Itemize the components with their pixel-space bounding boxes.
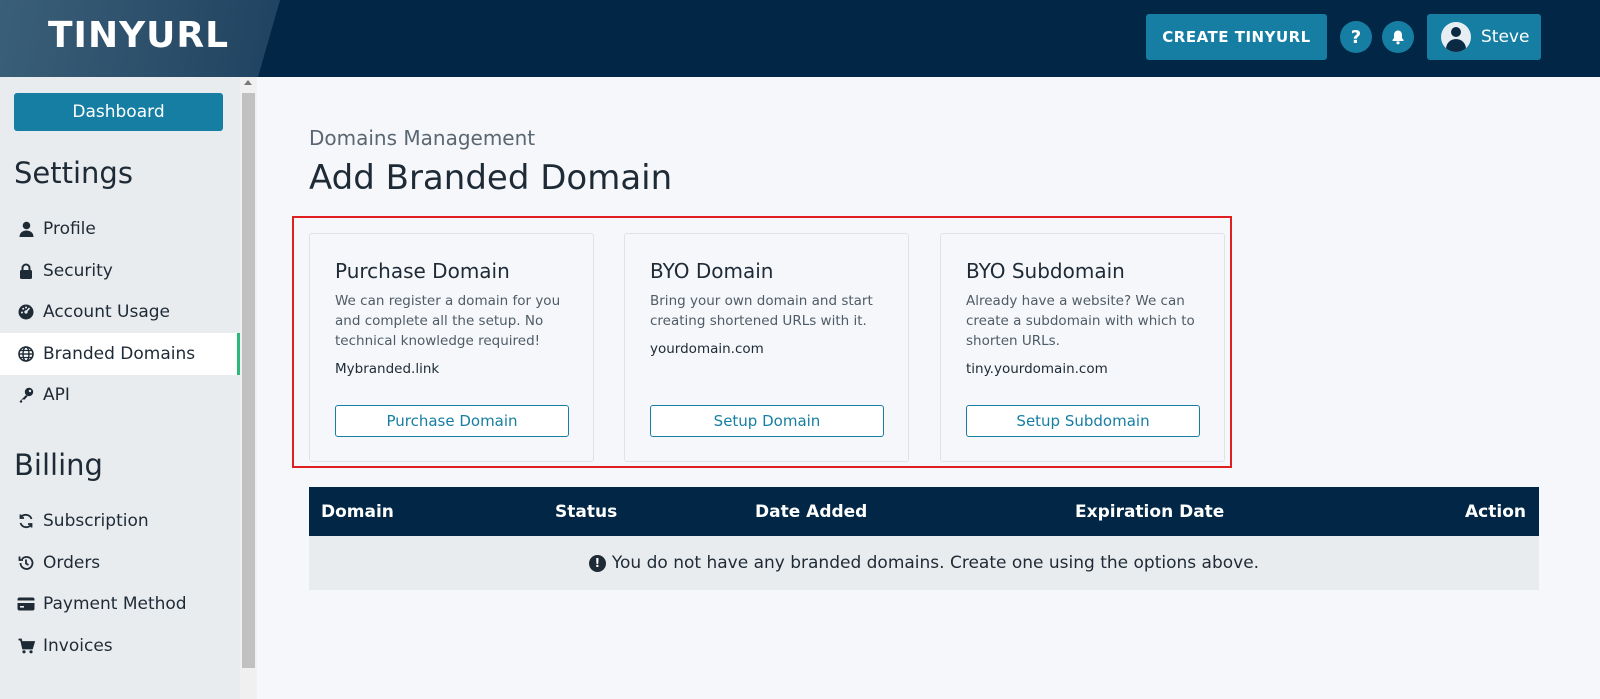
domains-table-header: Domain Status Date Added Expiration Date… bbox=[309, 487, 1539, 536]
scroll-up-arrow-icon[interactable] bbox=[244, 80, 252, 85]
table-empty-row: ! You do not have any branded domains. C… bbox=[309, 536, 1539, 590]
sidebar-item-orders[interactable]: Orders bbox=[0, 542, 240, 584]
sidebar-item-label: Subscription bbox=[43, 511, 149, 531]
notifications-button[interactable] bbox=[1382, 21, 1414, 53]
gauge-icon bbox=[17, 303, 35, 321]
globe-icon bbox=[17, 345, 35, 363]
breadcrumb: Domains Management bbox=[309, 126, 536, 150]
card-title: BYO Subdomain bbox=[966, 259, 1125, 283]
sidebar-item-label: Account Usage bbox=[43, 302, 171, 322]
tinyurl-logo[interactable]: TINYURL bbox=[48, 14, 229, 58]
card-example: Mybranded.link bbox=[335, 361, 440, 377]
dashboard-button[interactable]: Dashboard bbox=[14, 93, 223, 131]
byo-domain-card: BYO Domain Bring your own domain and sta… bbox=[624, 233, 909, 462]
credit-card-icon bbox=[17, 595, 35, 613]
help-button[interactable]: ? bbox=[1340, 21, 1372, 53]
settings-heading: Settings bbox=[14, 156, 133, 190]
sidebar-item-payment-method[interactable]: Payment Method bbox=[0, 583, 240, 625]
column-header-action: Action bbox=[1465, 501, 1526, 522]
byo-subdomain-card: BYO Subdomain Already have a website? We… bbox=[940, 233, 1225, 462]
sidebar-item-label: API bbox=[43, 385, 70, 405]
sidebar-item-label: Profile bbox=[43, 219, 96, 239]
scrollbar-thumb[interactable] bbox=[242, 93, 255, 668]
column-header-date-added: Date Added bbox=[755, 501, 868, 522]
history-icon bbox=[17, 554, 35, 572]
setup-domain-button[interactable]: Setup Domain bbox=[650, 405, 884, 437]
empty-message: You do not have any branded domains. Cre… bbox=[611, 553, 1260, 573]
sidebar-item-invoices[interactable]: Invoices bbox=[0, 625, 240, 667]
card-title: Purchase Domain bbox=[335, 259, 510, 283]
setup-subdomain-button[interactable]: Setup Subdomain bbox=[966, 405, 1200, 437]
column-header-domain: Domain bbox=[321, 501, 394, 522]
sidebar-item-branded-domains[interactable]: Branded Domains bbox=[0, 333, 240, 375]
card-example: yourdomain.com bbox=[650, 341, 764, 357]
top-header: TINYURL CREATE TINYURL ? Steve bbox=[0, 0, 1600, 77]
sidebar-item-security[interactable]: Security bbox=[0, 250, 240, 292]
sidebar-item-label: Invoices bbox=[43, 636, 113, 656]
card-example: tiny.yourdomain.com bbox=[966, 361, 1108, 377]
sidebar-item-label: Orders bbox=[43, 553, 101, 573]
card-description: Already have a website? We can create a … bbox=[966, 293, 1195, 349]
billing-heading: Billing bbox=[14, 448, 103, 482]
purchase-domain-card: Purchase Domain We can register a domain… bbox=[309, 233, 594, 462]
sidebar-item-account-usage[interactable]: Account Usage bbox=[0, 291, 240, 333]
key-icon bbox=[17, 386, 35, 404]
column-header-status: Status bbox=[555, 501, 618, 522]
sidebar-item-label: Security bbox=[43, 261, 113, 281]
sidebar-item-subscription[interactable]: Subscription bbox=[0, 500, 240, 542]
avatar-icon bbox=[1441, 22, 1471, 52]
lock-icon bbox=[17, 262, 35, 280]
exclamation-circle-icon: ! bbox=[588, 554, 606, 572]
sidebar-scrollbar[interactable] bbox=[240, 77, 257, 699]
bell-icon bbox=[1392, 30, 1404, 45]
sidebar-item-label: Branded Domains bbox=[43, 344, 196, 364]
user-icon bbox=[17, 220, 35, 238]
card-title: BYO Domain bbox=[650, 259, 774, 283]
column-header-expiration-date: Expiration Date bbox=[1075, 501, 1225, 522]
create-tinyurl-button[interactable]: CREATE TINYURL bbox=[1146, 14, 1327, 60]
sidebar-item-profile[interactable]: Profile bbox=[0, 208, 240, 250]
user-menu-button[interactable]: Steve bbox=[1427, 14, 1541, 60]
question-icon: ? bbox=[1350, 26, 1362, 48]
user-name: Steve bbox=[1481, 27, 1530, 47]
cart-icon bbox=[17, 637, 35, 655]
sidebar-item-api[interactable]: API bbox=[0, 374, 240, 416]
page-title: Add Branded Domain bbox=[309, 158, 673, 198]
card-description: Bring your own domain and start creating… bbox=[650, 293, 873, 329]
sync-icon bbox=[17, 512, 35, 530]
purchase-domain-button[interactable]: Purchase Domain bbox=[335, 405, 569, 437]
sidebar-item-label: Payment Method bbox=[43, 594, 187, 614]
card-description: We can register a domain for you and com… bbox=[335, 293, 561, 349]
